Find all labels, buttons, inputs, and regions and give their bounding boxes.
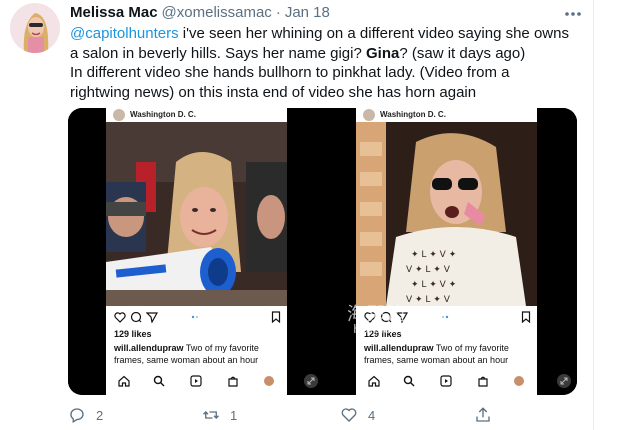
post-likes: 129 likes <box>364 329 402 339</box>
expand-icon[interactable] <box>556 373 572 389</box>
post-photo-woman-sunglasses: ✦ L ✦ V ✦ V ✦ L ✦ V ✦ L ✦ V ✦ V ✦ L ✦ V <box>356 122 537 306</box>
tweet-text-line-2: a salon in beverly hills. Says her name … <box>70 44 580 64</box>
like-count: 4 <box>368 407 376 423</box>
tweet-text-segment: a salon in beverly hills. Says her name … <box>70 44 366 62</box>
poster-avatar <box>362 108 376 122</box>
avatar[interactable] <box>10 3 60 53</box>
post-actions <box>106 307 287 327</box>
heart-icon[interactable] <box>114 311 126 323</box>
home-icon[interactable] <box>118 375 130 387</box>
profile-icon[interactable] <box>263 375 275 387</box>
tweet-text-segment: ? (saw it days ago) <box>399 44 526 62</box>
svg-text:V ✦ L ✦ V: V ✦ L ✦ V <box>406 265 451 275</box>
tweet-text-line-4: rightwing news) on this insta end of vid… <box>70 83 477 101</box>
share-icon <box>476 407 490 422</box>
post-likes: 129 likes <box>114 329 152 339</box>
send-icon[interactable] <box>396 311 408 323</box>
tweet-text-line-1: @capitolhunters i've seen her whining on… <box>70 24 580 44</box>
post-actions <box>356 307 537 327</box>
tweet-media[interactable]: Washington D. C. 129 likes will.allendup… <box>68 108 577 395</box>
search-icon[interactable] <box>153 375 165 387</box>
bookmark-icon[interactable] <box>520 311 532 323</box>
retweet-button[interactable]: 1 <box>202 404 237 426</box>
post-header: Washington D. C. <box>356 108 537 122</box>
caption-username: will.allendupraw <box>364 343 434 353</box>
heart-icon[interactable] <box>364 311 376 323</box>
comment-icon[interactable] <box>130 311 142 323</box>
separator-dot: · <box>275 4 281 21</box>
caption-username: will.allendupraw <box>114 343 184 353</box>
media-image-left[interactable]: Washington D. C. 129 likes will.allendup… <box>68 108 321 395</box>
expand-icon[interactable] <box>303 373 319 389</box>
reply-count: 2 <box>96 407 104 423</box>
instagram-tab-bar <box>106 370 287 392</box>
svg-text:✦ L ✦ V ✦: ✦ L ✦ V ✦ <box>411 280 457 290</box>
shop-icon[interactable] <box>227 375 239 387</box>
share-button[interactable] <box>474 404 492 426</box>
post-caption: will.allendupraw Two of my favorite fram… <box>114 342 284 366</box>
tweet-actions: 2 1 4 <box>68 404 588 426</box>
instagram-post-card: Washington D. C. <box>356 108 537 395</box>
instagram-post-card: Washington D. C. <box>106 108 287 395</box>
column-divider <box>593 0 594 430</box>
bookmark-icon[interactable] <box>270 311 282 323</box>
tweet-date[interactable]: Jan 18 <box>285 4 330 21</box>
display-name[interactable]: Melissa Mac <box>70 4 158 21</box>
reels-icon[interactable] <box>190 375 202 387</box>
send-icon[interactable] <box>146 311 158 323</box>
shop-icon[interactable] <box>477 375 489 387</box>
user-handle[interactable]: @xomelissamac <box>162 4 272 21</box>
profile-icon[interactable] <box>513 375 525 387</box>
like-button[interactable]: 4 <box>340 404 375 426</box>
instagram-tab-bar <box>356 370 537 392</box>
mention-link[interactable]: @capitolhunters <box>70 25 179 42</box>
tweet-text-segment: i've seen her whining on a different vid… <box>178 25 569 42</box>
retweet-icon <box>203 411 219 419</box>
carousel-dots-icon <box>191 315 198 319</box>
tweet-text-line-3: In different video she hands bullhorn to… <box>70 64 510 81</box>
post-location: Washington D. C. <box>130 110 196 119</box>
tweet-text: @capitolhunters i've seen her whining on… <box>70 24 580 102</box>
retweet-count: 1 <box>230 407 238 423</box>
tweet-header: Melissa Mac @xomelissamac · Jan 18 <box>70 4 330 24</box>
post-location: Washington D. C. <box>380 110 446 119</box>
search-icon[interactable] <box>403 375 415 387</box>
home-icon[interactable] <box>368 375 380 387</box>
svg-text:V ✦ L ✦ V: V ✦ L ✦ V <box>406 295 451 305</box>
media-image-right[interactable]: Washington D. C. ✦ L ✦ V ✦ V ✦ L ✦ V ✦ L… <box>324 108 577 395</box>
reply-button[interactable]: 2 <box>68 404 103 426</box>
tweet[interactable]: Melissa Mac @xomelissamac · Jan 18 @capi… <box>0 0 617 430</box>
post-photo-crowd-megaphone <box>106 122 287 306</box>
more-options-icon[interactable] <box>562 6 584 22</box>
bold-name: Gina <box>366 44 400 62</box>
post-header: Washington D. C. <box>106 108 287 122</box>
carousel-dots-icon <box>442 315 449 319</box>
reply-icon <box>70 408 84 423</box>
post-caption: will.allendupraw Two of my favorite fram… <box>364 342 534 366</box>
poster-avatar <box>112 108 126 122</box>
comment-icon[interactable] <box>380 311 392 323</box>
reels-icon[interactable] <box>440 375 452 387</box>
like-icon <box>341 408 357 422</box>
svg-text:✦ L ✦ V ✦: ✦ L ✦ V ✦ <box>411 250 457 260</box>
